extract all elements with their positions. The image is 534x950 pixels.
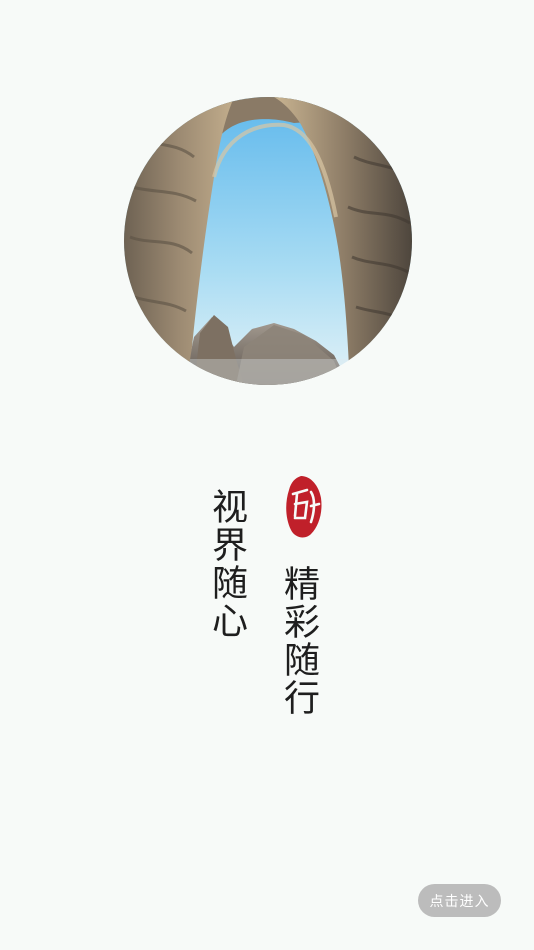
poem-wonder-text: 精彩随行 (278, 565, 319, 717)
poem-vision-text: 视界随心 (206, 488, 247, 640)
splash-screen: 视界随心 精彩随行 点击进入 (0, 0, 534, 950)
enter-button[interactable]: 点击进入 (418, 884, 501, 917)
rock-arch-photo (124, 97, 412, 385)
calligraphy-seal-icon (281, 472, 325, 542)
